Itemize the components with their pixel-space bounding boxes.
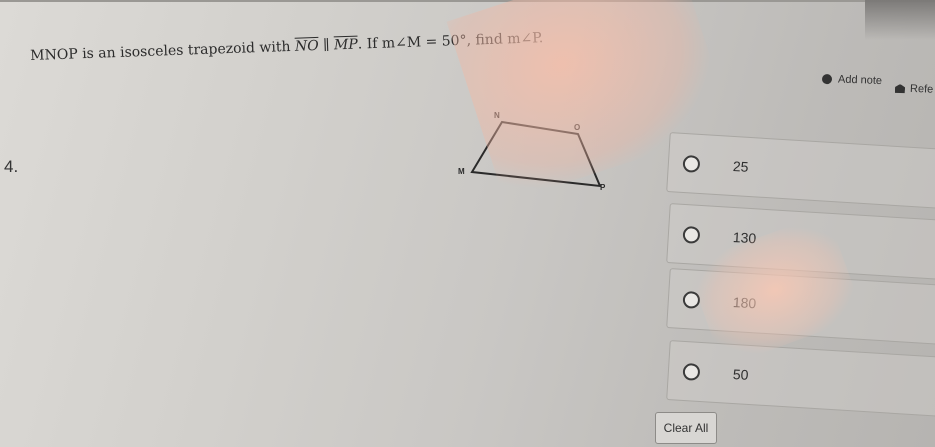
choice-label: 50 xyxy=(732,365,749,383)
segment-mp: MP xyxy=(333,36,359,54)
vertex-label-m: M xyxy=(458,167,465,176)
vertex-label-o: O xyxy=(574,123,580,132)
radio-icon[interactable] xyxy=(682,225,701,244)
answer-choice[interactable]: 50 xyxy=(666,340,935,419)
reference-label: Refe xyxy=(909,82,934,96)
choice-label: 180 xyxy=(732,293,757,312)
question-prefix: MNOP is an isosceles trapezoid with xyxy=(30,38,296,64)
segment-no: NO xyxy=(294,37,319,55)
question-suffix: . If m∠M = 50°, find m∠P. xyxy=(357,30,544,53)
vertex-label-n: N xyxy=(494,111,500,120)
answer-choice[interactable]: 25 xyxy=(666,132,935,211)
answer-choice[interactable]: 180 xyxy=(666,268,935,347)
radio-icon[interactable] xyxy=(682,290,701,309)
trapezoid-shape xyxy=(470,120,602,188)
choice-label: 25 xyxy=(732,157,749,175)
add-note-button[interactable]: Add note xyxy=(821,73,883,88)
question-text: MNOP is an isosceles trapezoid with NO ∥… xyxy=(30,30,550,64)
radio-icon[interactable] xyxy=(682,154,701,173)
clear-all-button[interactable]: Clear All xyxy=(655,412,717,444)
background-corner xyxy=(865,0,935,40)
reference-icon xyxy=(895,84,905,93)
add-note-label: Add note xyxy=(837,73,883,88)
top-divider xyxy=(0,0,935,2)
trapezoid-figure: N O M P xyxy=(458,111,606,192)
reference-button[interactable]: Refe xyxy=(895,82,934,96)
vertex-label-p: P xyxy=(600,183,606,192)
radio-icon[interactable] xyxy=(682,362,701,381)
add-note-icon xyxy=(821,73,833,85)
parallel-symbol: ∥ xyxy=(318,37,335,54)
choice-label: 130 xyxy=(732,228,757,247)
question-number: 4. xyxy=(4,157,19,176)
